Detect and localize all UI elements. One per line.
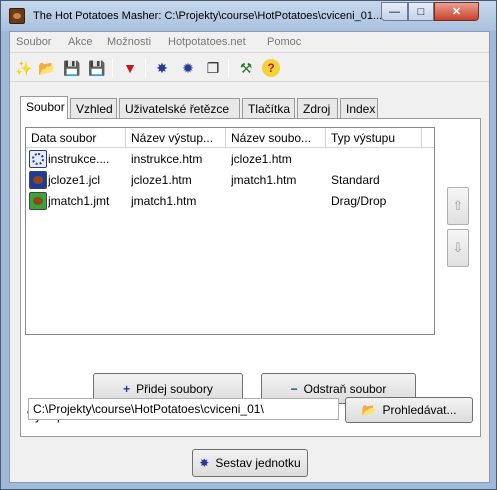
column-header-nazev-souboru[interactable]: Název soubo... xyxy=(226,128,326,148)
move-up-button[interactable]: ⇧ xyxy=(447,187,469,225)
column-header-nazev-vystupu[interactable]: Název výstup... xyxy=(126,128,226,148)
window-title: The Hot Potatoes Masher: C:\Projekty\cou… xyxy=(33,10,383,22)
build-unit-icon[interactable]: ✸ xyxy=(153,59,171,77)
minimize-button[interactable]: — xyxy=(381,2,408,21)
tab-label: Tlačítka xyxy=(248,102,291,116)
cell-data-file: jmatch1.jmt xyxy=(48,194,110,208)
client-area: Soubor Akce Možnosti Hotpotatoes.net Pom… xyxy=(9,31,490,483)
arrow-down-icon: ⇩ xyxy=(452,240,464,255)
jcloze-icon xyxy=(29,171,47,189)
app-window: The Hot Potatoes Masher: C:\Projekty\cou… xyxy=(0,0,497,490)
soubor-tab-panel: Data soubor Název výstup... Název soubo.… xyxy=(20,118,481,437)
tab-label: Zdroj xyxy=(303,102,331,116)
column-header-data-soubor[interactable]: Data soubor xyxy=(26,128,126,148)
save-as-icon[interactable]: 💾 xyxy=(88,59,106,77)
plus-icon: + xyxy=(123,381,131,396)
open-folder-icon[interactable]: 📂 xyxy=(38,59,56,77)
masher-icon xyxy=(29,150,47,168)
menu-moznosti[interactable]: Možnosti xyxy=(107,36,151,48)
tab-label: Soubor xyxy=(26,100,65,114)
toolbar-separator xyxy=(145,58,146,78)
move-down-button[interactable]: ⇩ xyxy=(447,229,469,267)
cell-next-file: jcloze1.htm xyxy=(231,152,292,166)
cell-output-name: instrukce.htm xyxy=(131,152,203,166)
menu-pomoc[interactable]: Pomoc xyxy=(267,36,301,48)
tab-index[interactable]: Index xyxy=(340,98,378,118)
move-down-icon[interactable]: ▼ xyxy=(121,59,139,77)
menu-hotpotatoes-net[interactable]: Hotpotatoes.net xyxy=(168,36,246,48)
new-file-icon[interactable]: ✨ xyxy=(15,59,33,77)
arrow-up-icon: ⇧ xyxy=(452,198,464,213)
copy-pages-icon[interactable]: ❐ xyxy=(204,59,222,77)
hot-potatoes-logo-icon xyxy=(9,8,25,24)
menu-bar: Soubor Akce Možnosti Hotpotatoes.net Pom… xyxy=(10,32,489,52)
browse-button[interactable]: 📂 Prohledávat... xyxy=(345,397,473,423)
cell-output-type: Standard xyxy=(331,173,380,187)
cell-next-file: jmatch1.htm xyxy=(231,173,297,187)
tab-tlacitka[interactable]: Tlačítka xyxy=(242,98,295,118)
cell-data-file: instrukce.... xyxy=(48,152,110,166)
tab-soubor[interactable]: Soubor xyxy=(20,96,68,119)
cell-data-file: jcloze1.jcl xyxy=(48,173,101,187)
tab-label: Index xyxy=(346,102,376,116)
maximize-button[interactable]: □ xyxy=(408,2,434,21)
menu-soubor[interactable]: Soubor xyxy=(16,36,51,48)
cell-output-name: jcloze1.htm xyxy=(131,173,192,187)
toolbar-separator xyxy=(112,58,113,78)
output-folder-field[interactable]: C:\Projekty\course\HotPotatoes\cviceni_0… xyxy=(28,398,339,420)
build-icon: ✸ xyxy=(199,456,210,470)
save-icon[interactable]: 💾 xyxy=(63,59,81,77)
file-list[interactable]: Data soubor Název výstup... Název soubo.… xyxy=(25,127,435,335)
tab-label: Uživatelské řetězce xyxy=(125,102,230,116)
title-bar[interactable]: The Hot Potatoes Masher: C:\Projekty\cou… xyxy=(1,1,496,31)
build-unit-label: Sestav jednotku xyxy=(215,456,301,470)
cell-output-type: Drag/Drop xyxy=(331,194,387,208)
tab-label: Vzhled xyxy=(76,102,113,116)
jmatch-icon xyxy=(29,192,47,210)
table-row[interactable]: jmatch1.jmt jmatch1.htm Drag/Drop xyxy=(26,191,434,212)
file-list-header: Data soubor Název výstup... Název soubo.… xyxy=(26,128,434,148)
toolbar-separator xyxy=(228,58,229,78)
help-icon[interactable]: ? xyxy=(262,59,280,77)
menu-akce[interactable]: Akce xyxy=(68,36,92,48)
tools-icon[interactable]: ⚒ xyxy=(237,59,255,77)
browse-label: Prohledávat... xyxy=(382,403,457,417)
tab-vzhled[interactable]: Vzhled xyxy=(70,98,117,118)
tab-uzivatelske-retezce[interactable]: Uživatelské řetězce xyxy=(119,98,240,118)
cell-output-name: jmatch1.htm xyxy=(131,194,197,208)
minus-icon: − xyxy=(290,381,298,396)
tab-zdroj[interactable]: Zdroj xyxy=(297,98,338,118)
toolbar: ✨ 📂 💾 💾 ▼ ✸ ✹ ❐ ⚒ ? xyxy=(10,52,489,82)
folder-icon: 📂 xyxy=(361,403,377,417)
build-index-icon[interactable]: ✹ xyxy=(179,59,197,77)
column-header-typ-vystupu[interactable]: Typ výstupu xyxy=(326,128,422,148)
build-unit-button[interactable]: ✸ Sestav jednotku xyxy=(192,449,308,477)
remove-file-label: Odstraň soubor xyxy=(303,381,387,396)
table-row[interactable]: jcloze1.jcl jcloze1.htm jmatch1.htm Stan… xyxy=(26,170,434,191)
add-files-label: Přidej soubory xyxy=(136,381,213,396)
close-button[interactable]: ✕ xyxy=(434,2,479,21)
table-row[interactable]: instrukce.... instrukce.htm jcloze1.htm xyxy=(26,149,434,170)
